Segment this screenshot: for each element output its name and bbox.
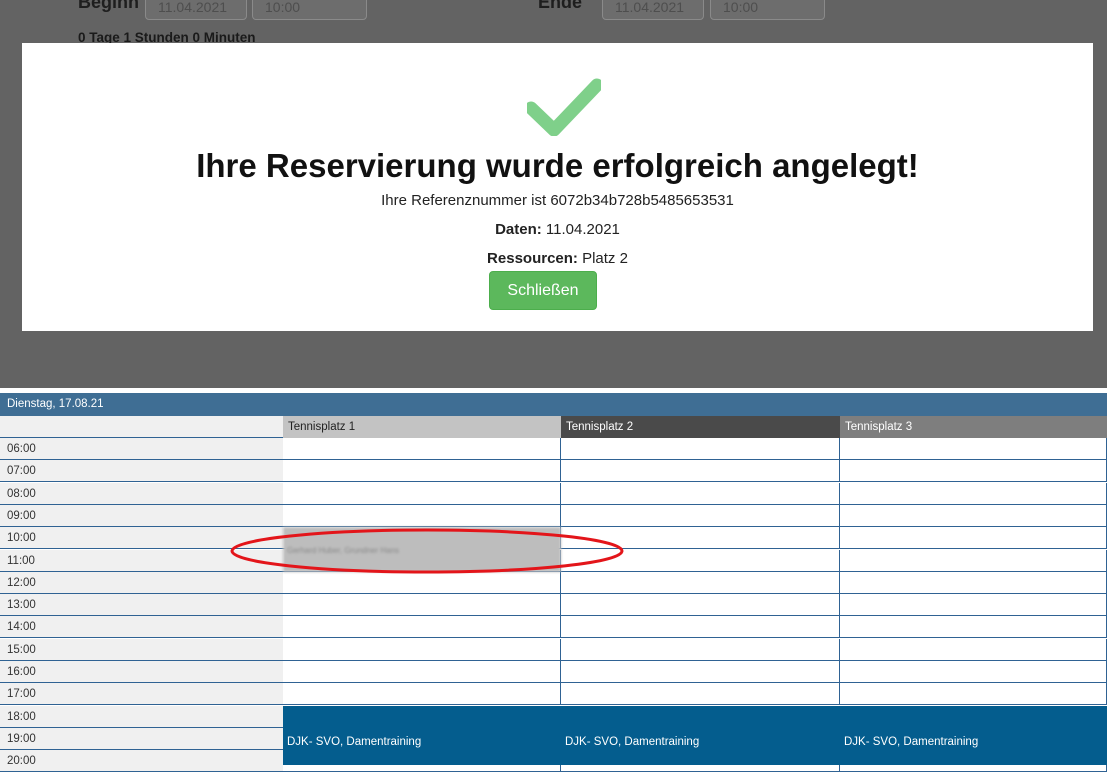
time-slot-court-2[interactable] [561,527,840,549]
training-block-court-3[interactable]: DJK- SVO, Damentraining [840,706,1107,765]
time-label: 12:00 [0,572,283,594]
close-button[interactable]: Schließen [489,271,597,310]
time-label: 20:00 [0,750,283,772]
begin-date-input[interactable]: 11.04.2021 [145,0,247,20]
end-time-value: 10:00 [723,0,759,15]
time-slot-court-1[interactable] [283,661,561,683]
date-label: Daten: [495,221,542,238]
column-header-court-3: Tennisplatz 3 [840,416,1107,438]
time-slot-court-2[interactable] [561,661,840,683]
success-modal: Ihre Reservierung wurde erfolgreich ange… [22,43,1093,331]
time-slot-court-1[interactable] [283,505,561,527]
time-label: 11:00 [0,550,283,572]
time-slot-court-2[interactable] [561,483,840,505]
time-slot-court-3[interactable] [840,639,1107,661]
end-date-input[interactable]: 11.04.2021 [602,0,704,20]
booking-entry[interactable]: Gerhard Huber, Grundner Hans [283,527,561,572]
time-label: 15:00 [0,639,283,661]
time-slot-court-3[interactable] [840,661,1107,683]
modal-title: Ihre Reservierung wurde erfolgreich ange… [196,147,919,184]
end-label: Ende [538,0,583,12]
time-slot-court-3[interactable] [840,572,1107,594]
time-slot-court-1[interactable] [283,639,561,661]
time-slot-court-1[interactable] [283,594,561,616]
time-slot-court-2[interactable] [561,683,840,705]
time-slot-court-3[interactable] [840,527,1107,549]
resource-label: Ressourcen: [487,250,578,267]
time-slot-court-3[interactable] [840,438,1107,460]
time-slot-court-1[interactable] [283,438,561,460]
time-slot-court-1[interactable] [283,483,561,505]
begin-time-select[interactable]: 10:00 [252,0,367,20]
time-slot-court-2[interactable] [561,594,840,616]
time-label: 08:00 [0,483,283,505]
resource-line: Ressourcen: Platz 2 [22,250,1093,267]
reference-number: Ihre Referenznummer ist 6072b34b728b5485… [381,192,734,209]
modal-backdrop[interactable]: Beginn 11.04.2021 10:00 Ende 11.04.2021 … [0,0,1107,388]
calendar-day-header: Dienstag, 17.08.21 [0,393,1107,416]
time-label: 14:00 [0,616,283,638]
time-slot-court-3[interactable] [840,483,1107,505]
training-block-court-1[interactable]: DJK- SVO, Damentraining [283,706,561,765]
time-slot-court-2[interactable] [561,460,840,482]
time-label: 09:00 [0,505,283,527]
time-label: 13:00 [0,594,283,616]
time-slot-court-2[interactable] [561,550,840,572]
column-header-court-1: Tennisplatz 1 [283,416,561,438]
begin-label: Beginn [78,0,139,12]
time-slot-court-3[interactable] [840,460,1107,482]
time-column-header [0,416,283,438]
time-label: 17:00 [0,683,283,705]
time-slot-court-3[interactable] [840,550,1107,572]
time-slot-court-2[interactable] [561,572,840,594]
time-label: 07:00 [0,460,283,482]
time-label: 18:00 [0,706,283,728]
time-slot-court-2[interactable] [561,505,840,527]
begin-time-value: 10:00 [265,0,301,15]
reservation-form: Beginn 11.04.2021 10:00 Ende 11.04.2021 … [0,0,1107,30]
time-slot-court-3[interactable] [840,616,1107,638]
time-label: 16:00 [0,661,283,683]
time-slot-court-1[interactable] [283,683,561,705]
date-value: 11.04.2021 [541,221,620,238]
checkmark-icon [527,78,601,136]
time-slot-court-3[interactable] [840,594,1107,616]
time-label: 06:00 [0,438,283,460]
resource-value: Platz 2 [577,250,628,267]
time-slot-court-2[interactable] [561,616,840,638]
column-header-court-2: Tennisplatz 2 [561,416,840,438]
time-slot-court-1[interactable] [283,572,561,594]
time-slot-court-1[interactable] [283,460,561,482]
training-block-court-2[interactable]: DJK- SVO, Damentraining [561,706,840,765]
time-slot-court-1[interactable] [283,616,561,638]
time-label: 19:00 [0,728,283,750]
date-line: Daten: 11.04.2021 [22,221,1093,238]
time-slot-court-3[interactable] [840,683,1107,705]
time-slot-court-3[interactable] [840,505,1107,527]
time-label: 10:00 [0,527,283,549]
time-slot-court-2[interactable] [561,438,840,460]
end-time-select[interactable]: 10:00 [710,0,825,20]
time-slot-court-2[interactable] [561,639,840,661]
